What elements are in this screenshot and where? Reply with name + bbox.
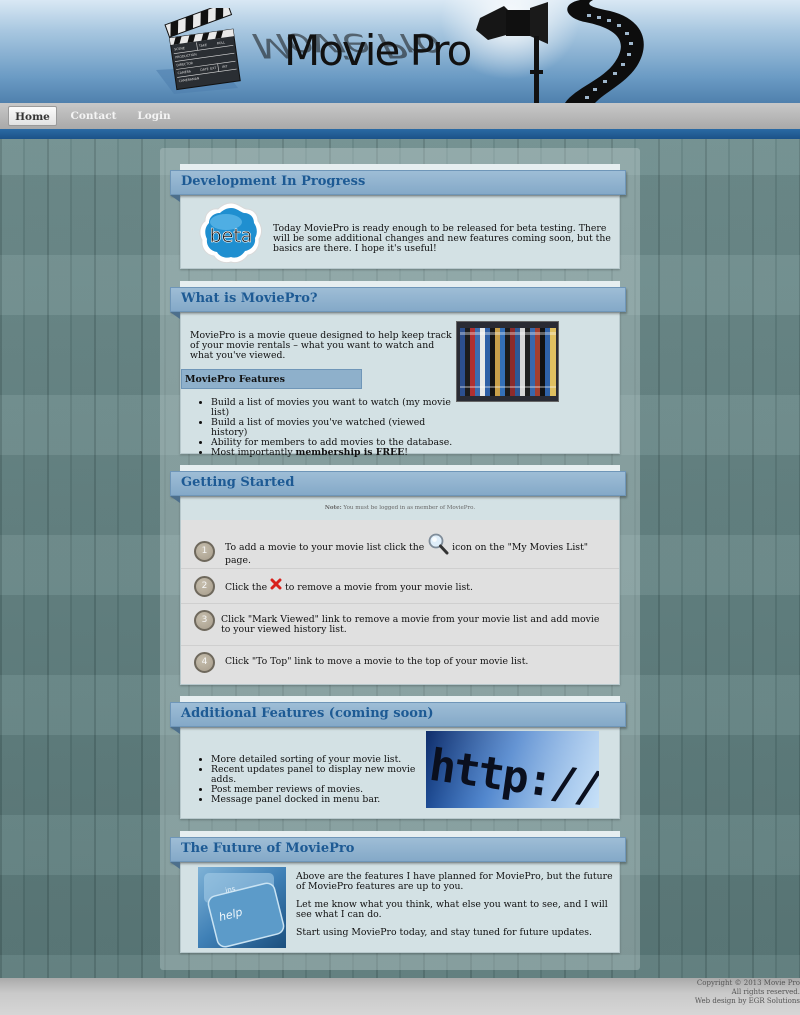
dvd-collection-image xyxy=(456,321,559,402)
step-text: Click the to remove a movie from your mo… xyxy=(225,578,615,593)
step-text-before: To add a movie to your movie list click … xyxy=(225,542,428,553)
development-ribbon: Development In Progress xyxy=(170,170,626,202)
what-is-ribbon: What is MoviePro? xyxy=(170,287,626,319)
section-title: The Future of MoviePro xyxy=(181,841,355,856)
clapper-label-int: INT xyxy=(222,64,228,69)
section-title: Additional Features (coming soon) xyxy=(181,706,434,721)
http-url-image: http://w xyxy=(426,731,599,808)
step-text: Click "Mark Viewed" link to remove a mov… xyxy=(221,614,600,635)
clapperboard-logo-icon: SCENE TAKE ROLL PRODUCTION DIRECTOR CAME… xyxy=(156,8,241,94)
future-text: Above are the features I have planned fo… xyxy=(296,872,616,946)
note-text: You must be logged in as member of Movie… xyxy=(341,505,476,511)
beta-badge-text: beta xyxy=(210,225,253,247)
site-logo-reflection: Movie Pro xyxy=(243,26,450,66)
site-footer xyxy=(0,978,800,1015)
list-item: Build a list of movies you want to watch… xyxy=(211,398,461,418)
list-item: Recent updates panel to display new movi… xyxy=(211,765,431,785)
step-text-after: to remove a movie from your movie list. xyxy=(282,582,473,593)
additional-ribbon: Additional Features (coming soon) xyxy=(170,702,626,734)
footer-copyright: Copyright © 2013 Movie Pro xyxy=(696,979,800,987)
list-item: Most importantly membership is FREE! xyxy=(211,448,461,458)
clapper-label-ext: EXT xyxy=(210,66,217,71)
step-text-before: Click the xyxy=(225,582,271,593)
step-number-badge: 4 xyxy=(194,652,215,673)
list-item-suffix: ! xyxy=(404,447,408,458)
list-item-emphasis: membership is FREE xyxy=(295,447,405,458)
nav-login-link[interactable]: Login xyxy=(130,106,178,126)
remove-x-icon xyxy=(270,578,282,590)
features-heading: MoviePro Features xyxy=(181,369,362,389)
future-paragraph: Let me know what you think, what else yo… xyxy=(296,899,608,920)
section-title: What is MoviePro? xyxy=(181,291,318,306)
site-header: SCENE TAKE ROLL PRODUCTION DIRECTOR CAME… xyxy=(0,0,800,103)
nav-accent-bar xyxy=(0,129,800,139)
step-number-badge: 2 xyxy=(194,576,215,597)
note-label: Note: xyxy=(324,505,342,511)
upcoming-features-list: More detailed sorting of your movie list… xyxy=(201,755,431,805)
future-paragraph: Start using MoviePro today, and stay tun… xyxy=(296,927,592,938)
getting-started-ribbon: Getting Started xyxy=(170,471,626,503)
footer-rights: All rights reserved. xyxy=(731,988,800,996)
step-text: Click "To Top" link to move a movie to t… xyxy=(225,656,529,667)
step-number-badge: 3 xyxy=(194,610,215,631)
beta-badge-icon: beta xyxy=(199,202,262,264)
nav-home-link[interactable]: Home xyxy=(8,106,57,126)
section-title: Getting Started xyxy=(181,475,295,490)
what-is-intro: MoviePro is a movie queue designed to he… xyxy=(190,330,452,361)
section-title: Development In Progress xyxy=(181,174,366,189)
footer-text: Copyright © 2013 Movie Pro All rights re… xyxy=(695,979,800,1006)
list-item: Message panel docked in menu bar. xyxy=(211,795,431,805)
future-paragraph: Above are the features I have planned fo… xyxy=(296,871,613,892)
nav-contact-link[interactable]: Contact xyxy=(66,106,121,126)
footer-credit[interactable]: Web design by EGR Solutions xyxy=(695,997,800,1006)
main-nav: Home Contact Login xyxy=(0,103,800,129)
future-ribbon: The Future of MoviePro xyxy=(170,837,626,869)
features-list: Build a list of movies you want to watch… xyxy=(201,398,461,458)
step-text: To add a movie to your movie list click … xyxy=(225,532,615,566)
list-item-prefix: Most importantly xyxy=(211,447,296,458)
list-item: Build a list of movies you've watched (v… xyxy=(211,418,461,438)
development-text: Today MoviePro is ready enough to be rel… xyxy=(273,223,611,254)
magnifier-icon xyxy=(428,533,449,555)
step-number-badge: 1 xyxy=(194,541,215,562)
help-key-image: ins help xyxy=(198,867,286,948)
login-note: Note: You must be logged in as member of… xyxy=(180,505,620,511)
film-strip-icon xyxy=(565,0,644,103)
